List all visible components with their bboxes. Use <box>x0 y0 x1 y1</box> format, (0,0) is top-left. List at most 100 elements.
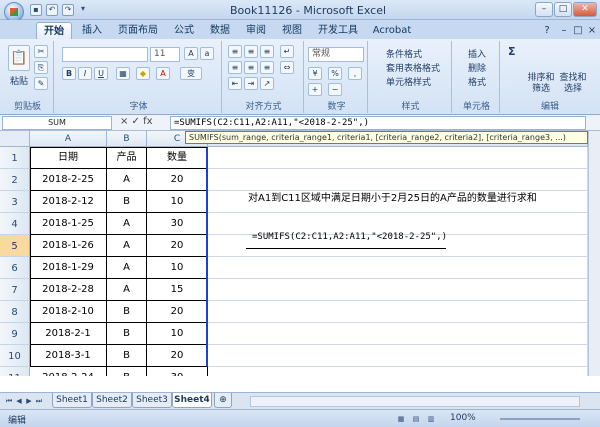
align-bottom-icon[interactable]: ≡ <box>260 45 274 58</box>
name-box[interactable]: SUM <box>2 116 112 130</box>
zoom-level[interactable]: 100% <box>450 413 476 423</box>
format-cells-button[interactable]: 格式 <box>468 75 486 88</box>
page-layout-view-icon[interactable]: ▤ <box>410 414 422 424</box>
table-cell[interactable]: 2018-2-1 <box>30 323 107 345</box>
table-cell[interactable]: 2018-1-25 <box>30 213 107 235</box>
row-header[interactable]: 7 <box>0 279 30 301</box>
currency-icon[interactable]: ¥ <box>308 67 322 80</box>
tab-data[interactable]: 数据 <box>204 22 236 39</box>
qat-customize-icon[interactable]: ▾ <box>78 4 88 16</box>
empty-row-cells[interactable] <box>208 345 588 367</box>
last-sheet-icon[interactable]: ⏭ <box>34 396 44 406</box>
table-cell[interactable]: B <box>107 301 147 323</box>
zoom-slider[interactable] <box>500 418 580 420</box>
table-cell[interactable]: A <box>107 235 147 257</box>
table-cell[interactable]: 20 <box>147 169 208 191</box>
table-cell[interactable]: 2018-3-1 <box>30 345 107 367</box>
minimize-icon[interactable]: – <box>535 2 553 17</box>
undo-icon[interactable]: ↶ <box>46 4 58 16</box>
increase-indent-icon[interactable]: ⇥ <box>244 77 258 90</box>
office-button[interactable] <box>4 2 24 22</box>
table-cell[interactable]: A <box>107 169 147 191</box>
row-header[interactable]: 4 <box>0 213 30 235</box>
format-painter-icon[interactable]: ✎ <box>34 77 48 90</box>
row-header[interactable]: 10 <box>0 345 30 367</box>
tab-formulas[interactable]: 公式 <box>168 22 200 39</box>
cell-styles-button[interactable]: 单元格样式 <box>386 75 431 88</box>
table-cell[interactable]: 20 <box>147 345 208 367</box>
header-cell[interactable]: 日期 <box>30 147 107 169</box>
empty-row-cells[interactable] <box>208 147 588 169</box>
table-cell[interactable]: 30 <box>147 213 208 235</box>
tab-review[interactable]: 审阅 <box>240 22 272 39</box>
decrease-indent-icon[interactable]: ⇤ <box>228 77 242 90</box>
help-icon[interactable]: ? <box>540 22 554 39</box>
select-all-corner[interactable] <box>0 131 30 147</box>
ribbon-close-icon[interactable]: × <box>586 22 598 39</box>
find-select-button[interactable]: 查找和选择 <box>558 73 588 95</box>
empty-row-cells[interactable] <box>208 367 588 376</box>
decrease-decimal-icon[interactable]: − <box>328 83 342 96</box>
row-header[interactable]: 6 <box>0 257 30 279</box>
tab-view[interactable]: 视图 <box>276 22 308 39</box>
save-icon[interactable]: ▪ <box>30 4 42 16</box>
align-center-icon[interactable]: ≡ <box>244 61 258 74</box>
row-header[interactable]: 9 <box>0 323 30 345</box>
sheet-tab-3[interactable]: Sheet3 <box>132 393 172 408</box>
number-format-combo[interactable]: 常规 <box>308 47 364 62</box>
worksheet-grid[interactable]: A B C 1 日期 产品 数量 2 2018-2-25 A 20 3 2018-2-12 B 10 4… <box>0 131 588 376</box>
font-name-combo[interactable] <box>62 47 148 62</box>
underline-button[interactable]: U <box>94 67 108 80</box>
table-cell[interactable]: 2018-2-25 <box>30 169 107 191</box>
align-right-icon[interactable]: ≡ <box>260 61 274 74</box>
header-cell[interactable]: 数量 <box>147 147 208 169</box>
table-cell[interactable]: 2018-1-29 <box>30 257 107 279</box>
align-left-icon[interactable]: ≡ <box>228 61 242 74</box>
tab-acrobat[interactable]: Acrobat <box>370 22 414 39</box>
ribbon-restore-icon[interactable]: □ <box>572 22 584 39</box>
table-cell[interactable]: 2018-2-28 <box>30 279 107 301</box>
header-cell[interactable]: 产品 <box>107 147 147 169</box>
orientation-icon[interactable]: ↗ <box>260 77 274 90</box>
tab-developer[interactable]: 开发工具 <box>312 22 364 39</box>
note-text[interactable]: 对A1到C11区域中满足日期小于2月25日的A产品的数量进行求和 <box>248 189 537 204</box>
table-cell[interactable]: 2018-2-10 <box>30 301 107 323</box>
table-cell[interactable]: A <box>107 213 147 235</box>
table-cell[interactable]: B <box>107 367 147 376</box>
merge-icon[interactable]: ⇔ <box>280 61 294 74</box>
table-cell[interactable]: B <box>107 191 147 213</box>
table-cell[interactable]: 10 <box>147 323 208 345</box>
sheet-tab-1[interactable]: Sheet1 <box>52 393 92 408</box>
table-cell[interactable]: A <box>107 257 147 279</box>
empty-row-cells[interactable] <box>208 169 588 191</box>
font-size-combo[interactable]: 11 <box>150 47 180 62</box>
empty-row-cells[interactable] <box>208 323 588 345</box>
tab-insert[interactable]: 插入 <box>76 22 108 39</box>
first-sheet-icon[interactable]: ⏮ <box>4 396 14 406</box>
paste-icon[interactable]: 📋 <box>8 45 30 71</box>
column-header-b[interactable]: B <box>107 131 147 147</box>
table-cell[interactable]: 2018-1-26 <box>30 235 107 257</box>
align-middle-icon[interactable]: ≡ <box>244 45 258 58</box>
page-break-view-icon[interactable]: ▥ <box>425 414 437 424</box>
row-header[interactable]: 3 <box>0 191 30 213</box>
sheet-tab-2[interactable]: Sheet2 <box>92 393 132 408</box>
bold-button[interactable]: B <box>62 67 76 80</box>
row-header[interactable]: 11 <box>0 367 30 376</box>
insert-cells-button[interactable]: 插入 <box>468 47 486 60</box>
row-header[interactable]: 2 <box>0 169 30 191</box>
empty-row-cells[interactable] <box>208 257 588 279</box>
table-cell[interactable]: A <box>107 279 147 301</box>
horizontal-scrollbar[interactable] <box>250 396 580 407</box>
italic-button[interactable]: I <box>78 67 92 80</box>
empty-row-cells[interactable] <box>208 301 588 323</box>
wrap-text-icon[interactable]: ↵ <box>280 45 294 58</box>
next-sheet-icon[interactable]: ▶ <box>24 396 34 406</box>
normal-view-icon[interactable]: ▦ <box>395 414 407 424</box>
tab-page-layout[interactable]: 页面布局 <box>112 22 164 39</box>
table-cell[interactable]: B <box>107 345 147 367</box>
table-cell[interactable]: 10 <box>147 191 208 213</box>
delete-cells-button[interactable]: 删除 <box>468 61 486 74</box>
table-cell[interactable]: B <box>107 323 147 345</box>
row-header[interactable]: 8 <box>0 301 30 323</box>
